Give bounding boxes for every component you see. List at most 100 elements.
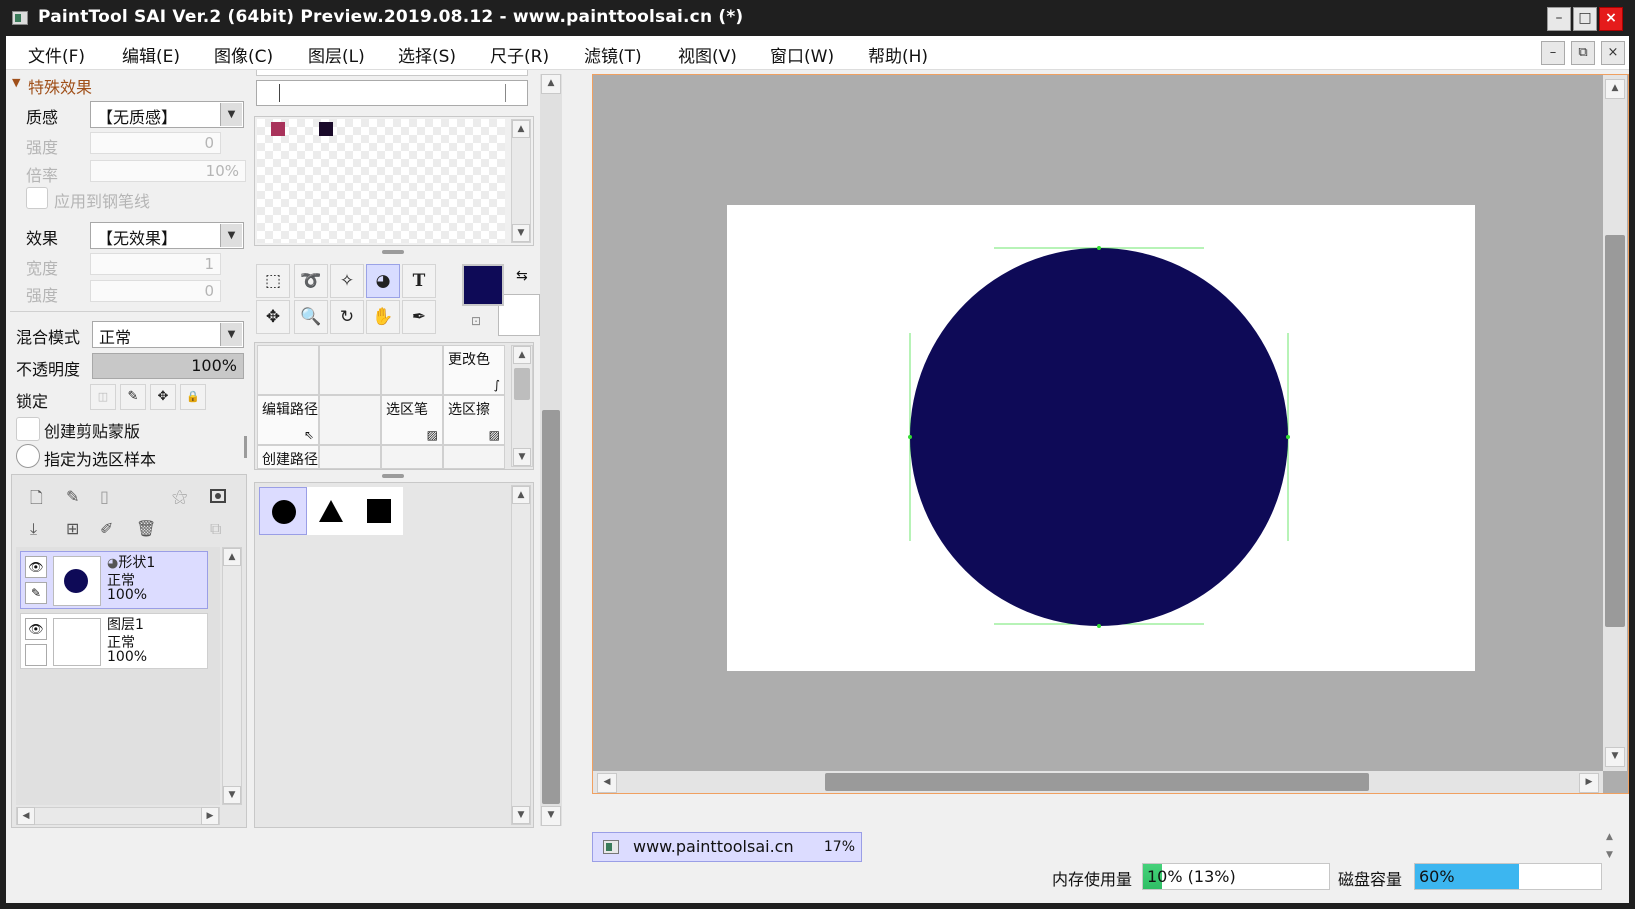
new-linework-icon[interactable]: ✎ (66, 487, 79, 506)
select-eraser-tool[interactable]: 选区擦 ▨ (443, 395, 505, 445)
scratchpad-scrollbar[interactable]: ▲ ▼ (511, 119, 531, 243)
scroll-up-icon[interactable]: ▲ (512, 486, 530, 504)
copy-layer-icon[interactable]: ⧉ (210, 519, 221, 539)
layer-edit-toggle[interactable] (25, 644, 47, 666)
layer-scrollbar[interactable]: ▲ ▼ (222, 547, 242, 805)
scroll-up-icon[interactable]: ▲ (223, 548, 241, 566)
rect-select-icon[interactable]: ⬚ (256, 264, 290, 298)
swatch-color[interactable] (271, 122, 285, 136)
scroll-down-icon[interactable]: ▼ (541, 806, 561, 826)
document-canvas[interactable] (727, 205, 1475, 671)
splitter-handle[interactable] (382, 250, 404, 254)
scratchpad[interactable]: ▲ ▼ (254, 116, 534, 246)
scroll-up-icon[interactable]: ▲ (1606, 832, 1613, 842)
trash-icon[interactable]: 🗑 (136, 519, 156, 538)
effect-select[interactable]: 【无效果】 ▼ (90, 222, 244, 249)
triangle-shape-button[interactable] (307, 487, 355, 535)
canvas-hscrollbar[interactable]: ◀ ▶ (593, 771, 1603, 793)
reset-colors-icon[interactable]: ⊡ (464, 310, 488, 334)
scroll-down-icon[interactable]: ▼ (1606, 850, 1613, 860)
document-tab[interactable]: www.painttoolsai.cn 17% (592, 832, 862, 862)
tool-cell-empty[interactable] (319, 345, 381, 395)
menu-file[interactable]: 文件(F) (28, 42, 85, 67)
change-color-tool[interactable]: 更改色 ∫ (443, 345, 505, 395)
lock-transparency-icon[interactable]: ◫ (90, 384, 116, 410)
edit-path-tool[interactable]: 编辑路径 ⇖ (257, 395, 319, 445)
tool-cell-empty[interactable] (381, 445, 443, 469)
tool-grid-scrollbar[interactable]: ▲ ▼ (511, 345, 533, 467)
layer-hscrollbar[interactable]: ◀ ▶ (16, 807, 220, 825)
texture-select[interactable]: 【无质感】 ▼ (90, 101, 244, 128)
menu-ruler[interactable]: 尺子(R) (490, 42, 549, 67)
apply-pen-checkbox[interactable] (26, 187, 48, 209)
scroll-thumb[interactable] (1605, 235, 1625, 627)
circle-shape[interactable] (910, 248, 1288, 626)
tool-cell-empty[interactable] (319, 445, 381, 469)
scroll-thumb[interactable] (514, 368, 530, 400)
eye-icon[interactable]: 👁 (25, 556, 47, 578)
width-field[interactable]: 1 (90, 253, 221, 275)
scroll-up-icon[interactable]: ▲ (1605, 79, 1625, 99)
menu-select[interactable]: 选择(S) (398, 42, 456, 67)
splitter-handle[interactable] (382, 474, 404, 478)
mdi-restore-button[interactable]: ⧉ (1571, 41, 1595, 65)
move-icon[interactable]: ✥ (256, 300, 290, 334)
mdi-minimize-button[interactable]: – (1541, 41, 1565, 65)
effects-header[interactable]: 特殊效果 (28, 74, 92, 98)
clear-layer-icon[interactable]: ✐ (100, 519, 113, 538)
menu-view[interactable]: 视图(V) (678, 42, 737, 67)
menu-edit[interactable]: 编辑(E) (122, 42, 180, 67)
new-folder-icon[interactable]: ▯ (100, 487, 109, 506)
scale-field[interactable]: 10% (90, 160, 246, 182)
scroll-up-icon[interactable]: ▲ (541, 74, 561, 94)
secondary-color[interactable] (498, 294, 540, 336)
circle-shape-button[interactable] (259, 487, 307, 535)
tab-scroll[interactable]: ▲ ▼ (1606, 832, 1626, 892)
mdi-close-button[interactable]: × (1601, 41, 1625, 65)
swatch-color[interactable] (319, 122, 333, 136)
scroll-right-icon[interactable]: ▶ (1579, 773, 1599, 793)
scroll-down-icon[interactable]: ▼ (512, 806, 530, 824)
eyedropper-icon[interactable]: ✒ (402, 300, 436, 334)
scroll-up-icon[interactable]: ▲ (513, 346, 531, 364)
layer-item-shape1[interactable]: 👁 ✎ ◕形状1 正常 100% (20, 551, 208, 609)
lock-draw-icon[interactable]: ✎ (120, 384, 146, 410)
zoom-icon[interactable]: 🔍 (294, 300, 328, 334)
scroll-down-icon[interactable]: ▼ (223, 786, 241, 804)
square-shape-button[interactable] (355, 487, 403, 535)
close-button[interactable]: × (1599, 7, 1623, 31)
text-tool-icon[interactable]: T (402, 264, 436, 298)
color-input[interactable] (256, 80, 528, 106)
eye-icon[interactable]: 👁 (25, 618, 47, 640)
scroll-up-icon[interactable]: ▲ (512, 120, 530, 138)
scroll-left-icon[interactable]: ◀ (597, 773, 617, 793)
scroll-left-icon[interactable]: ◀ (17, 807, 35, 825)
shape-tool-icon[interactable]: ◕ (366, 264, 400, 298)
hand-icon[interactable]: ✋ (366, 300, 400, 334)
maximize-button[interactable]: □ (1573, 7, 1597, 31)
effect-icon[interactable]: ⚝ (172, 487, 188, 507)
menu-help[interactable]: 帮助(H) (868, 42, 928, 67)
panel-splitter[interactable] (244, 436, 247, 458)
scroll-down-icon[interactable]: ▼ (512, 224, 530, 242)
scroll-right-icon[interactable]: ▶ (201, 807, 219, 825)
select-pen-tool[interactable]: 选区笔 ▨ (381, 395, 443, 445)
primary-color[interactable] (462, 264, 504, 306)
layer-item-layer1[interactable]: 👁 图层1 正常 100% (20, 613, 208, 669)
clip-mask-checkbox[interactable] (16, 417, 40, 441)
new-layer-icon[interactable]: 🗋 (30, 487, 43, 514)
tool-cell-empty[interactable] (319, 395, 381, 445)
scroll-down-icon[interactable]: ▼ (513, 448, 531, 466)
strength-field[interactable]: 0 (90, 132, 221, 154)
shape-options-scrollbar[interactable]: ▲ ▼ (511, 485, 531, 825)
scroll-thumb[interactable] (825, 773, 1369, 791)
menu-image[interactable]: 图像(C) (214, 42, 273, 67)
tool-cell-empty[interactable] (257, 345, 319, 395)
add-layer-icon[interactable]: ⊞ (66, 519, 79, 538)
mask-icon[interactable] (210, 489, 226, 503)
pencil-icon[interactable]: ✎ (25, 582, 47, 604)
magic-wand-icon[interactable]: ✧ (330, 264, 364, 298)
create-path-tool[interactable]: 创建路径 (257, 445, 319, 469)
lock-all-icon[interactable]: 🔒 (180, 384, 206, 410)
swap-colors-icon[interactable]: ⇆ (516, 268, 528, 284)
